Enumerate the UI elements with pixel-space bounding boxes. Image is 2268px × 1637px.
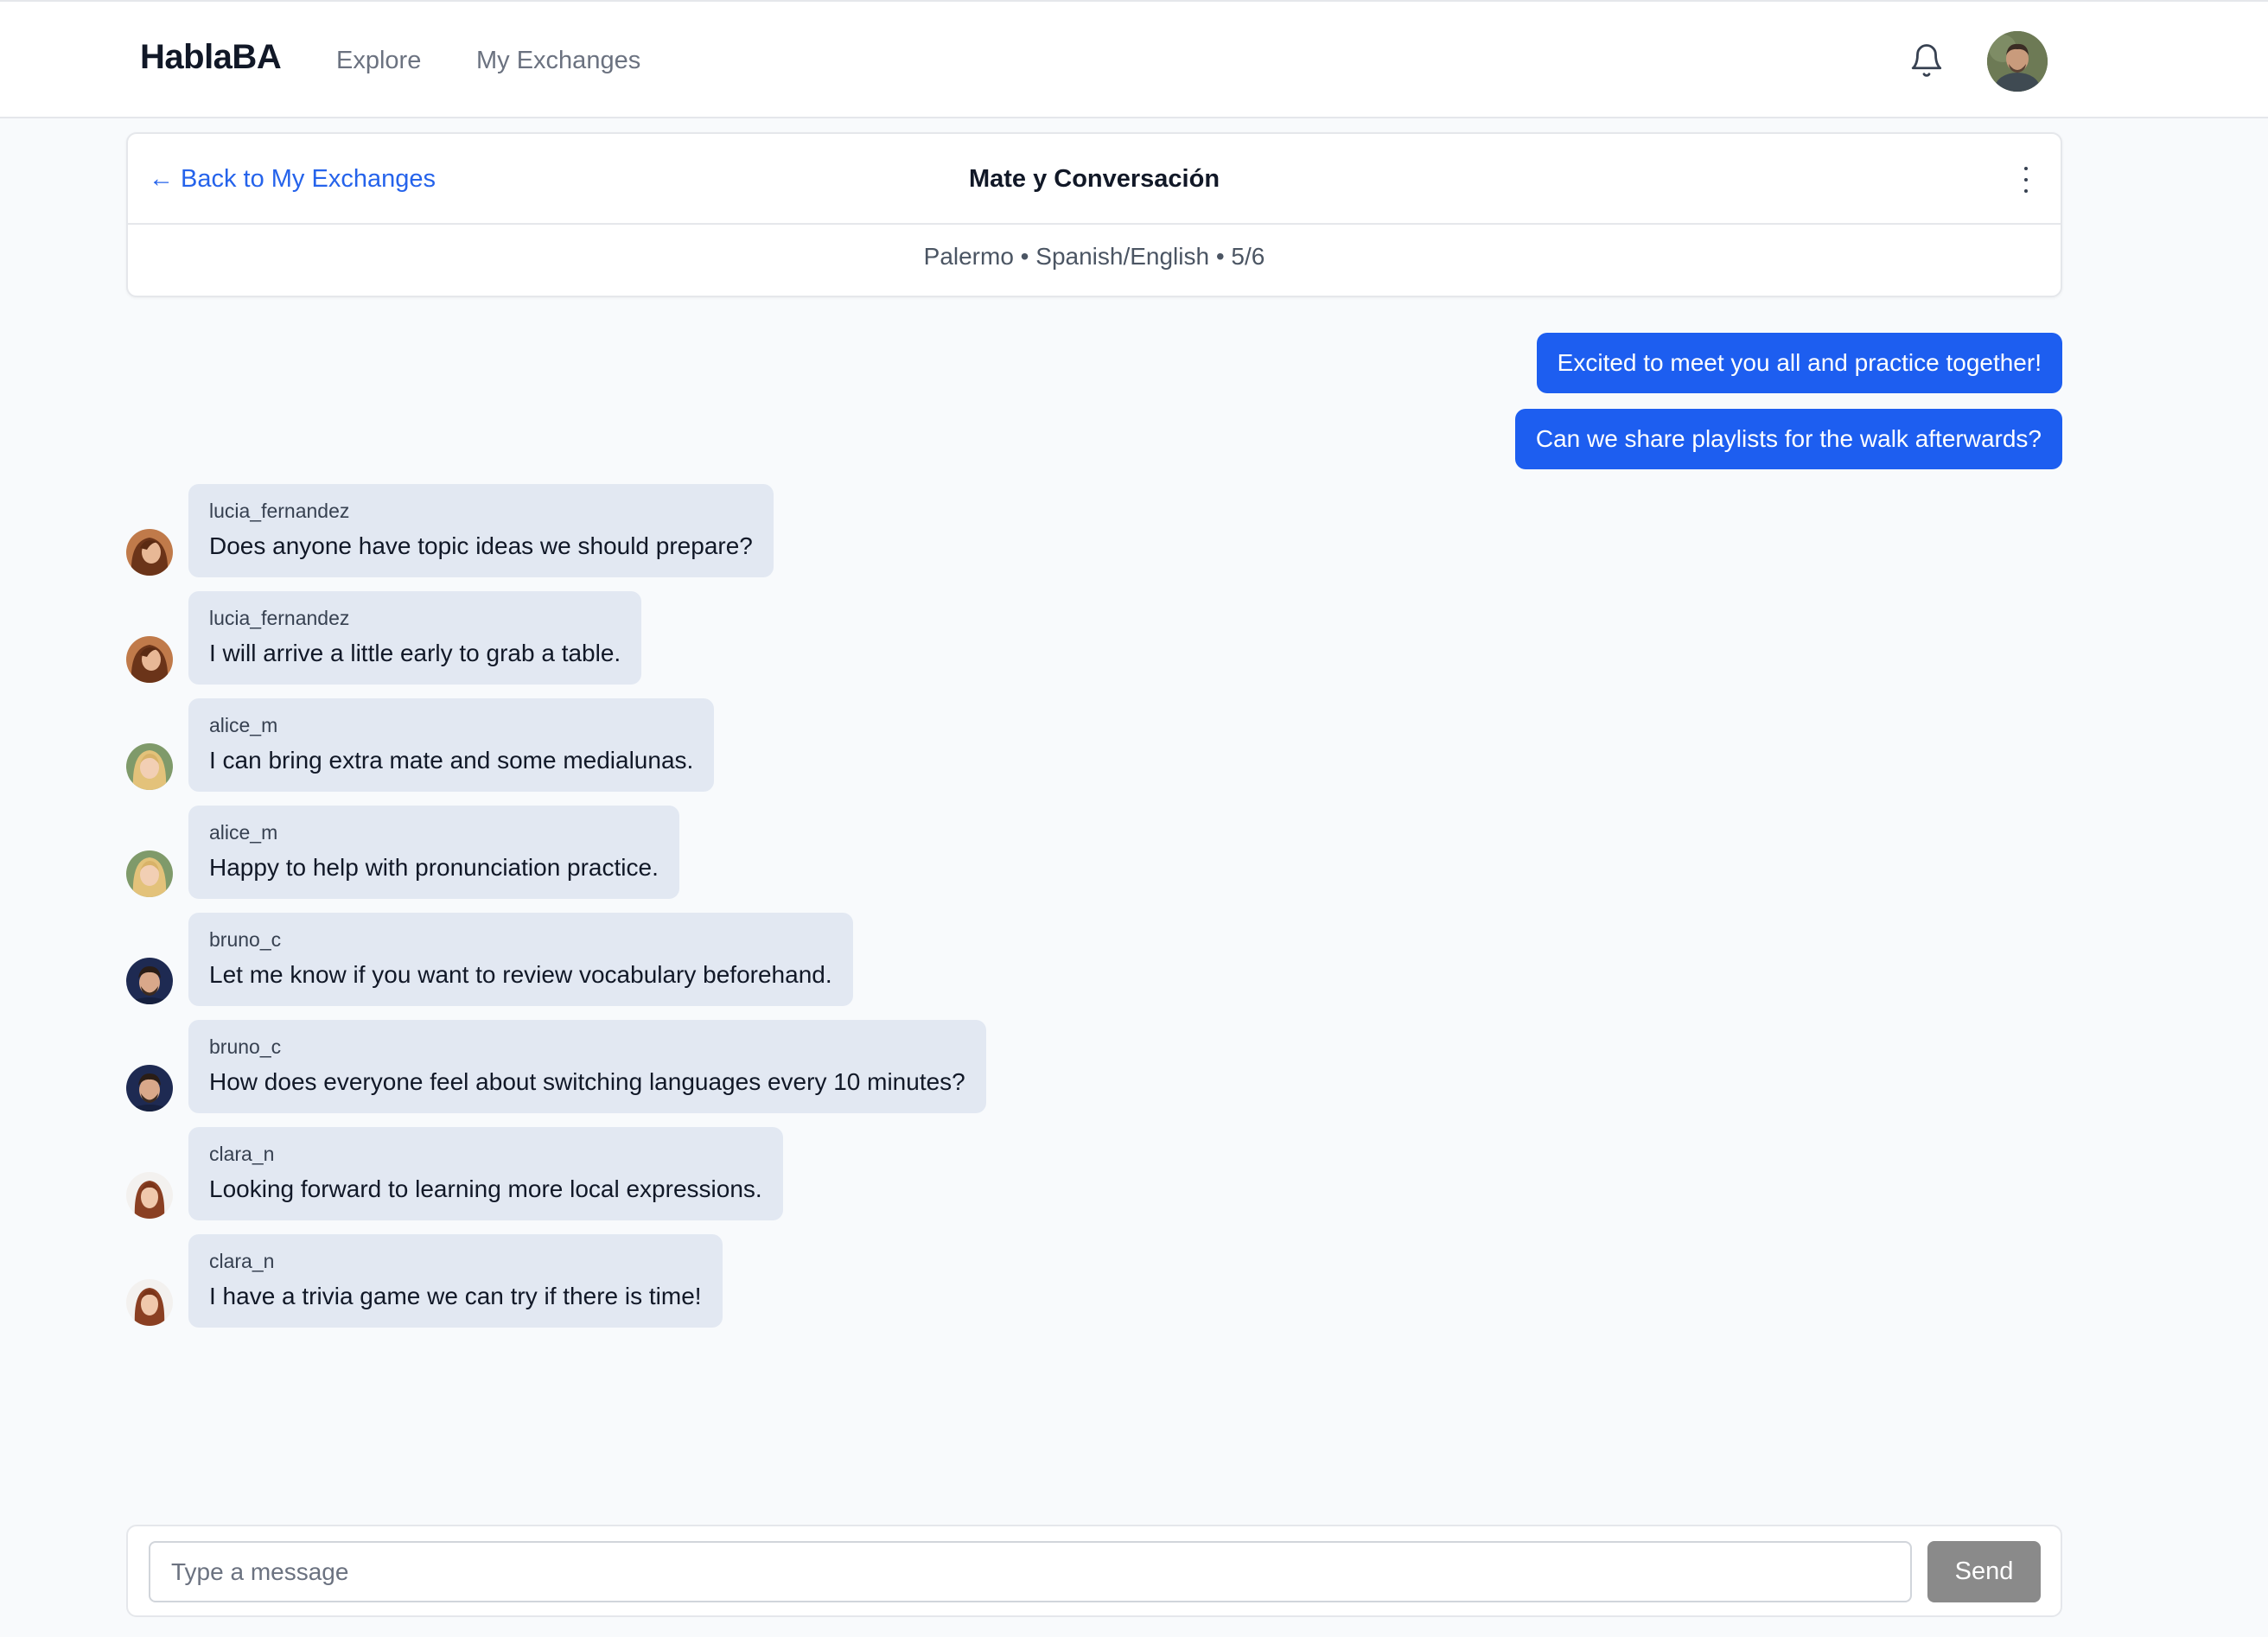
top-navigation-bar: HablaBA Explore My Exchanges (0, 0, 2268, 118)
bell-icon[interactable] (1908, 41, 1945, 80)
send-button[interactable]: Send (1927, 1541, 2041, 1602)
message-sender: alice_m (209, 821, 278, 844)
outgoing-message: Can we share playlists for the walk afte… (1514, 409, 2062, 469)
avatar-lucia[interactable] (126, 529, 173, 576)
message-text: Let me know if you want to review vocabu… (209, 961, 832, 988)
message-input[interactable] (149, 1541, 1912, 1602)
message-sender: bruno_c (209, 928, 282, 951)
message-sender: lucia_fernandez (209, 500, 350, 522)
avatar-alice[interactable] (126, 743, 173, 790)
avatar-bruno[interactable] (126, 1065, 173, 1112)
exchange-meta: Palermo • Spanish/English • 5/6 (923, 243, 1265, 270)
message-bubble: bruno_c Let me know if you want to revie… (188, 913, 853, 1006)
nav-link-explore[interactable]: Explore (336, 47, 421, 75)
avatar-alice[interactable] (126, 850, 173, 897)
message-bubble: clara_n Looking forward to learning more… (188, 1127, 783, 1220)
message-bubble: bruno_c How does everyone feel about swi… (188, 1020, 986, 1113)
brand-logo[interactable]: HablaBA (140, 38, 282, 77)
message-bubble: alice_m I can bring extra mate and some … (188, 698, 715, 792)
message-text: Looking forward to learning more local e… (209, 1175, 762, 1202)
avatar-lucia[interactable] (126, 636, 173, 683)
message-sender: alice_m (209, 714, 278, 736)
exchange-header-top: ← Back to My Exchanges Mate y Conversaci… (128, 134, 2061, 225)
more-vertical-icon[interactable] (2017, 167, 2035, 193)
message-text: I will arrive a little early to grab a t… (209, 640, 621, 666)
avatar-clara[interactable] (126, 1279, 173, 1326)
avatar-clara[interactable] (126, 1172, 173, 1219)
nav-link-my-exchanges[interactable]: My Exchanges (476, 47, 640, 75)
message-bubble: lucia_fernandez I will arrive a little e… (188, 591, 642, 685)
message-text: How does everyone feel about switching l… (209, 1068, 965, 1095)
message-bubble: alice_m Happy to help with pronunciation… (188, 806, 679, 899)
message-sender: clara_n (209, 1250, 275, 1272)
message-text: Does anyone have topic ideas we should p… (209, 532, 753, 559)
exchange-header-card: ← Back to My Exchanges Mate y Conversaci… (126, 132, 2062, 297)
exchange-title: Mate y Conversación (968, 165, 1220, 193)
message-sender: clara_n (209, 1143, 275, 1165)
message-bubble: clara_n I have a trivia game we can try … (188, 1234, 723, 1328)
message-text: Happy to help with pronunciation practic… (209, 854, 659, 881)
user-avatar[interactable] (1987, 31, 2048, 92)
message-sender: bruno_c (209, 1035, 282, 1058)
message-text: I have a trivia game we can try if there… (209, 1283, 702, 1309)
message-bubble: lucia_fernandez Does anyone have topic i… (188, 484, 774, 577)
message-sender: lucia_fernandez (209, 607, 350, 629)
avatar-bruno[interactable] (126, 958, 173, 1004)
message-composer: Send (126, 1525, 2062, 1617)
outgoing-message: Excited to meet you all and practice tog… (1536, 333, 2062, 393)
message-text: I can bring extra mate and some medialun… (209, 747, 694, 774)
